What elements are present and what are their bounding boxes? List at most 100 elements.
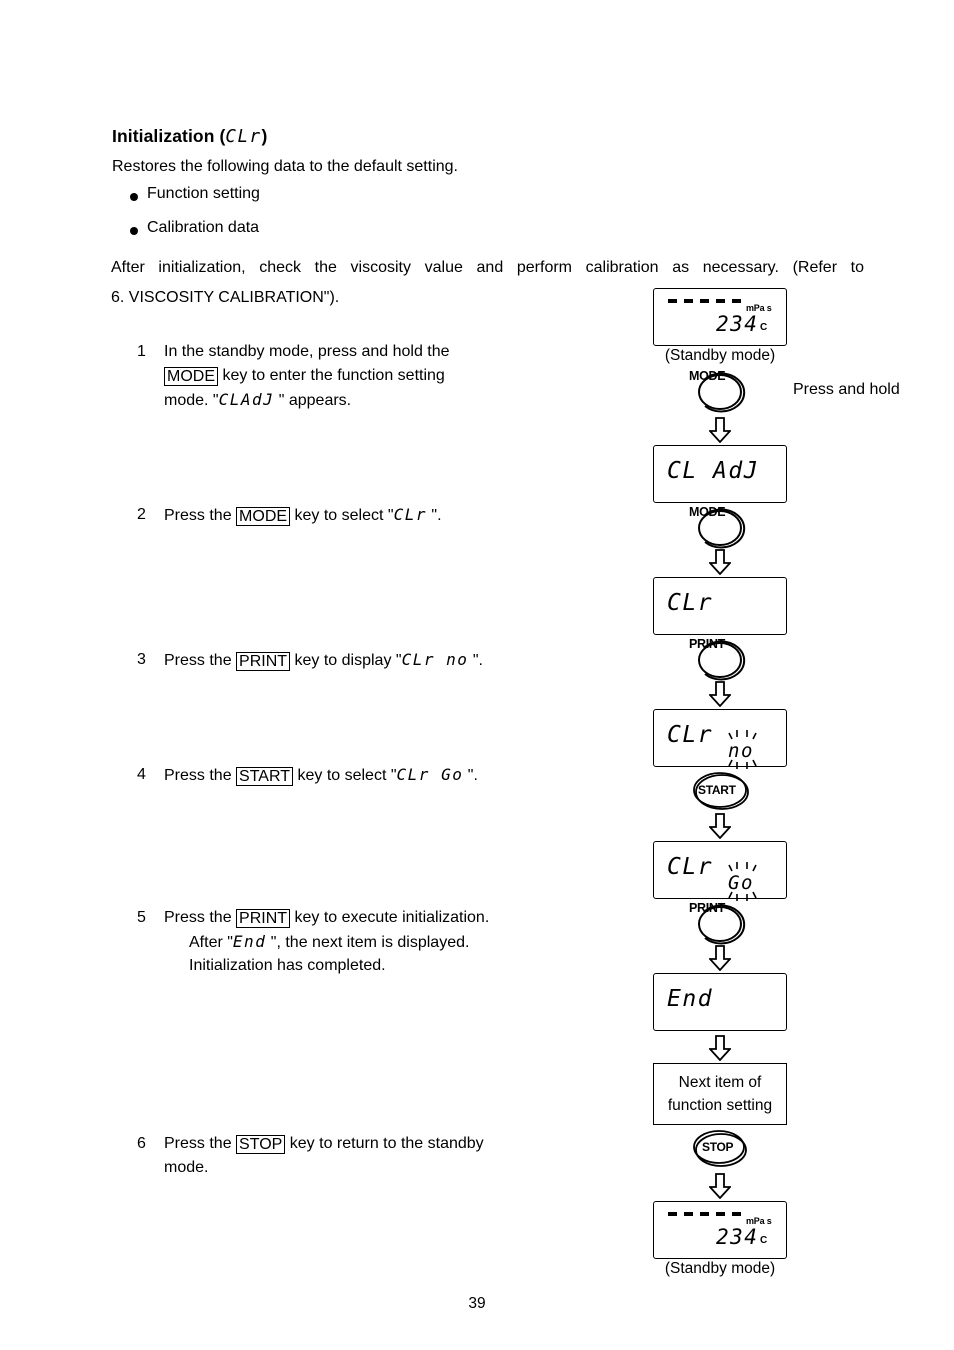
bullet-dot-icon <box>130 227 138 235</box>
caption-standby-top: (Standby mode) <box>664 347 776 364</box>
arrow-down-icon <box>653 681 787 709</box>
step-text: Press the <box>164 507 232 524</box>
step-text: ". <box>431 507 442 524</box>
step-line: In the standby mode, press and hold the <box>164 340 564 364</box>
lcd-code: CLr no <box>401 650 469 669</box>
step-text: key to select " <box>294 507 394 524</box>
arrow-down-icon <box>653 813 787 841</box>
lcd-code: CLAdJ <box>218 390 275 409</box>
key-mode-1[interactable]: MODE Press and hold <box>653 365 900 417</box>
key-mode-2[interactable]: MODE <box>653 503 787 549</box>
key-label-stop: STOP <box>236 1135 286 1154</box>
list-item: Function setting <box>130 185 550 219</box>
step-number: 3 <box>137 651 146 668</box>
lcd-cladj: CL AdJ <box>653 445 787 503</box>
lcd-standby-top: mPa s 234 C <box>653 288 787 346</box>
key-label-start: START <box>236 767 294 786</box>
lcd-clr-no: CLr no <box>653 709 787 769</box>
key-start-label: START <box>698 783 736 797</box>
lcd-code: End <box>232 932 267 951</box>
step-line: Press the START key to select "CLr Go ". <box>164 763 564 787</box>
next-item-box: Next item of function setting <box>653 1063 787 1125</box>
page-title-text: Initialization ( <box>112 126 226 146</box>
lcd-clr-go: CLr Go <box>653 841 787 901</box>
next-item-line-2: function setting <box>667 1097 773 1114</box>
step-text: mode. " <box>164 392 219 409</box>
step-text: key to enter the function setting <box>222 367 445 384</box>
arrow-down-icon <box>653 417 787 445</box>
key-label-print: PRINT <box>236 652 291 671</box>
step-1: 1 In the standby mode, press and hold th… <box>137 340 564 412</box>
list-item-label: Calibration data <box>147 219 260 236</box>
key-print-1[interactable]: PRINT <box>653 635 787 681</box>
step-line: Press the PRINT key to execute initializ… <box>164 906 564 930</box>
page-number: 39 <box>468 1295 486 1312</box>
key-stop[interactable]: STOP <box>653 1125 787 1173</box>
step-text: Press the <box>164 652 232 669</box>
step-text: " appears. <box>278 392 352 409</box>
lcd-code: CLr Go <box>396 765 464 784</box>
step-text: Press the <box>164 767 232 784</box>
document-page: Initialization (CLr) Restores the follow… <box>0 0 954 1350</box>
press-and-hold-note: Press and hold <box>793 381 900 398</box>
lcd-clr: CLr <box>653 577 787 635</box>
list-item: Calibration data <box>130 219 550 253</box>
key-start[interactable]: START <box>653 767 787 813</box>
step-4: 4 Press the START key to select "CLr Go … <box>137 763 564 787</box>
key-print-label: PRINT <box>689 637 726 651</box>
arrow-down-icon <box>653 945 787 973</box>
step-number: 6 <box>137 1135 146 1152</box>
lcd-end: End <box>653 973 787 1031</box>
step-text: ". <box>467 767 478 784</box>
step-number: 1 <box>137 343 146 360</box>
step-text: Press the <box>164 1135 232 1152</box>
lcd-value-secondary: Go <box>728 872 754 894</box>
page-title-lcd-code: CLr <box>225 127 262 147</box>
step-3: 3 Press the PRINT key to display "CLr no… <box>137 648 564 672</box>
step-line: After "End ", the next item is displayed… <box>164 930 564 954</box>
step-line: Press the STOP key to return to the stan… <box>164 1132 564 1156</box>
bullet-dot-icon <box>130 193 138 201</box>
step-line: MODE key to enter the function setting <box>164 364 564 388</box>
arrow-down-icon <box>653 1031 787 1063</box>
step-number: 5 <box>137 909 146 926</box>
step-line: mode. "CLAdJ " appears. <box>164 388 564 412</box>
step-text: After " <box>189 934 233 951</box>
bullet-list: Function setting Calibration data <box>130 185 550 253</box>
next-item-line-1: Next item of <box>678 1074 762 1091</box>
step-2: 2 Press the MODE key to select "CLr ". <box>137 503 564 527</box>
page-title: Initialization (CLr) <box>112 126 267 147</box>
step-line: Initialization has completed. <box>189 957 386 974</box>
arrow-down-icon <box>653 1173 787 1201</box>
step-line: Press the MODE key to select "CLr ". <box>164 503 564 527</box>
page-title-close: ) <box>261 126 268 146</box>
key-print-2[interactable]: PRINT <box>653 899 787 945</box>
list-item-label: Function setting <box>147 185 260 202</box>
step-text: key to select " <box>297 767 397 784</box>
caption-standby-bottom: (Standby mode) <box>664 1260 776 1277</box>
lcd-value: 234 <box>716 1225 759 1249</box>
step-text: key to execute initialization. <box>294 909 490 926</box>
step-line: mode. <box>164 1159 209 1176</box>
step-5: 5 Press the PRINT key to execute initial… <box>137 906 564 978</box>
step-text: ". <box>472 652 483 669</box>
key-mode-label: MODE <box>689 505 726 519</box>
key-label-mode: MODE <box>164 367 218 386</box>
lcd-value: CLr <box>667 854 714 880</box>
dashes-icon <box>668 299 741 303</box>
lcd-standby-bottom: mPa s 234 C <box>653 1201 787 1259</box>
step-text: In the standby mode, press and hold the <box>164 343 450 360</box>
dashes-icon <box>668 1212 741 1216</box>
step-text: key to return to the standby <box>289 1135 484 1152</box>
lcd-value: CLr <box>667 590 714 616</box>
intro-text: Restores the following data to the defau… <box>112 158 458 175</box>
step-text: key to display " <box>294 652 402 669</box>
paragraph-line-1: After initialization, check the viscosit… <box>111 259 864 276</box>
step-number: 4 <box>137 766 146 783</box>
lcd-value-secondary: no <box>728 740 754 762</box>
unit-celsius-label: C <box>760 1235 768 1246</box>
key-label-print: PRINT <box>236 909 291 928</box>
lcd-code: CLr <box>393 505 427 524</box>
flowchart: mPa s 234 C (Standby mode) MODE Press an… <box>653 288 900 1278</box>
step-text: ", the next item is displayed. <box>270 934 470 951</box>
